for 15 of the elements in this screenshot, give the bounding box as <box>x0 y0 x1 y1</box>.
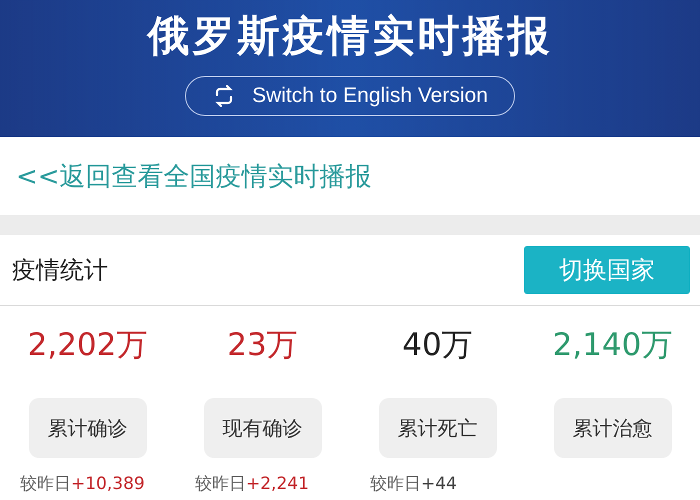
stat-label: 累计死亡 <box>378 398 496 458</box>
daily-change: 较昨日+44 <box>370 473 457 495</box>
stat-label: 累计确诊 <box>28 398 146 458</box>
daily-change: 较昨日+10,389 <box>20 473 145 495</box>
stat-label: 现有确诊 <box>204 398 322 458</box>
page-title: 俄罗斯疫情实时播报 <box>148 10 552 62</box>
language-switch-button[interactable]: Switch to English Version <box>185 76 515 116</box>
switch-country-button[interactable]: 切换国家 <box>524 246 690 294</box>
daily-change: 较昨日+2,241 <box>195 473 309 495</box>
stat-value: 2,202万 <box>28 326 148 365</box>
stat-value: 2,140万 <box>552 326 672 365</box>
stat-value: 23万 <box>227 326 298 365</box>
stat-label: 累计治愈 <box>554 398 672 458</box>
stat-value: 40万 <box>402 326 473 365</box>
section-title: 疫情统计 <box>12 255 108 286</box>
